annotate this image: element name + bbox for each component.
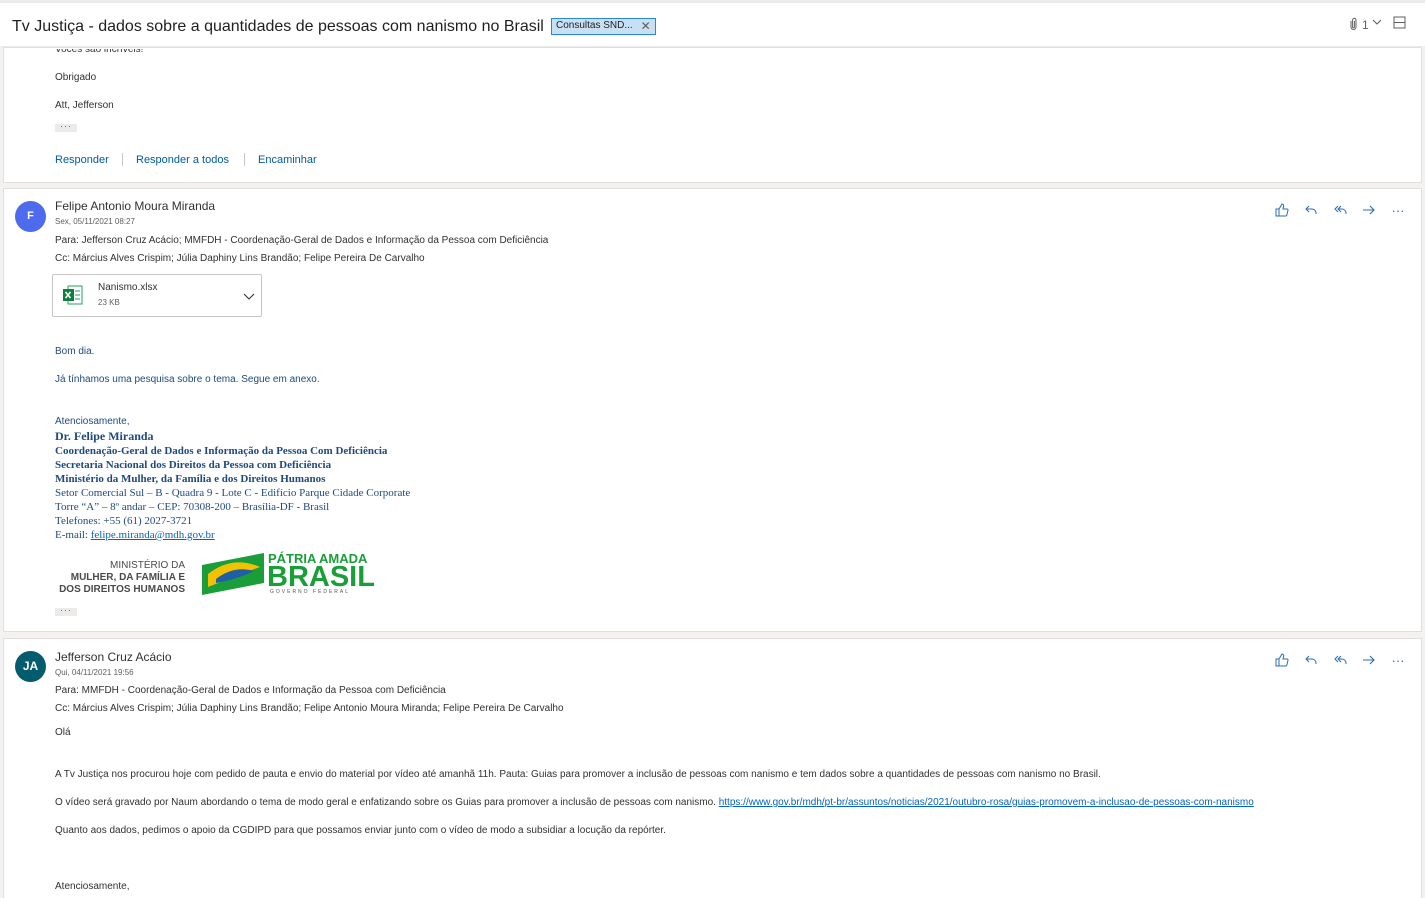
message-card-previous: Vocês são incríveis! Obrigado Att, Jeffe…	[3, 47, 1422, 183]
message-card-felipe: F Felipe Antonio Moura Miranda Sex, 05/1…	[3, 188, 1422, 632]
more-dots-button[interactable]: ···	[55, 122, 77, 132]
body-line: Olá	[55, 727, 71, 738]
message-toolbar: ···	[1273, 651, 1407, 669]
attachment-name: Nanismo.xlsx	[98, 282, 158, 293]
signature-line: Ministério da Mulher, da Família e dos D…	[55, 473, 326, 485]
body-line: A Tv Justiça nos procurou hoje com pedid…	[55, 769, 1101, 780]
reply-all-icon[interactable]	[1331, 651, 1349, 669]
body-line: Quanto aos dados, pedimos o apoio da CGD…	[55, 825, 666, 836]
reply-all-icon[interactable]	[1331, 201, 1349, 219]
sender-name[interactable]: Jefferson Cruz Acácio	[55, 650, 172, 664]
signature-email: E-mail: felipe.miranda@mdh.gov.br	[55, 529, 215, 541]
sender-name[interactable]: Felipe Antonio Moura Miranda	[55, 199, 215, 213]
cc-recipients[interactable]: Cc: Március Alves Crispim; Júlia Daphiny…	[55, 703, 564, 714]
signature-phone: Telefones: +55 (61) 2027-3721	[55, 515, 193, 527]
signature-line: Coordenação-Geral de Dados e Informação …	[55, 445, 388, 457]
ministry-logo: MINISTÉRIO DA MULHER, DA FAMÍLIA E DOS D…	[59, 560, 185, 595]
signature-line: Secretaria Nacional dos Direitos da Pess…	[55, 459, 332, 471]
more-dots-button[interactable]: ···	[55, 606, 77, 616]
signature-name: Dr. Felipe Miranda	[55, 429, 154, 443]
more-icon[interactable]: ···	[1389, 201, 1407, 219]
brasil-logo: PÁTRIA AMADA BRASIL GOVERNO FEDERAL	[202, 551, 375, 597]
conversation-subject: Tv Justiça - dados sobre a quantidades d…	[12, 18, 544, 35]
reply-icon[interactable]	[1302, 651, 1320, 669]
attachment-size: 23 KB	[98, 298, 120, 307]
like-icon[interactable]	[1273, 201, 1291, 219]
divider	[244, 153, 245, 166]
to-recipients[interactable]: Para: MMFDH - Coordenação-Geral de Dados…	[55, 685, 446, 696]
signature-address: Setor Comercial Sul – B - Quadra 9 - Lot…	[55, 487, 411, 499]
divider	[122, 153, 123, 166]
message-line: Obrigado	[55, 72, 97, 83]
to-recipients[interactable]: Para: Jefferson Cruz Acácio; MMFDH - Coo…	[55, 235, 548, 246]
forward-button[interactable]: Encaminhar	[258, 154, 317, 166]
flag-icon	[202, 553, 264, 595]
attachment-count: 1	[1362, 18, 1369, 32]
news-link[interactable]: https://www.gov.br/mdh/pt-br/assuntos/no…	[719, 797, 1254, 808]
excel-file-icon	[62, 284, 84, 311]
close-icon[interactable]: ✕	[641, 19, 651, 33]
body-line: Já tínhamos uma pesquisa sobre o tema. S…	[55, 374, 320, 385]
reply-button[interactable]: Responder	[55, 154, 109, 166]
signature-greeting: Atenciosamente,	[55, 416, 130, 427]
email-link[interactable]: felipe.miranda@mdh.gov.br	[91, 529, 215, 541]
message-card-jefferson: JA Jefferson Cruz Acácio Qui, 04/11/2021…	[3, 638, 1422, 898]
attachment-card[interactable]: Nanismo.xlsx 23 KB	[52, 274, 262, 317]
paperclip-icon[interactable]	[1349, 17, 1358, 34]
chevron-down-icon[interactable]	[1371, 16, 1383, 31]
forward-icon[interactable]	[1360, 201, 1378, 219]
signature-address: Torre “A” – 8º andar – CEP: 70308-200 – …	[55, 501, 330, 513]
forward-icon[interactable]	[1360, 651, 1378, 669]
avatar[interactable]: F	[15, 201, 46, 232]
window-icon[interactable]	[1393, 16, 1406, 32]
message-date: Sex, 05/11/2021 08:27	[55, 217, 135, 226]
body-line: Atenciosamente,	[55, 881, 130, 892]
reply-icon[interactable]	[1302, 201, 1320, 219]
body-line: Bom dia.	[55, 346, 95, 357]
category-tag[interactable]: Consultas SND... ✕	[551, 18, 656, 35]
more-icon[interactable]: ···	[1389, 651, 1407, 669]
reply-all-button[interactable]: Responder a todos	[136, 154, 229, 166]
cc-recipients[interactable]: Cc: Március Alves Crispim; Júlia Daphiny…	[55, 253, 425, 264]
like-icon[interactable]	[1273, 651, 1291, 669]
category-label: Consultas SND...	[556, 20, 633, 31]
avatar[interactable]: JA	[15, 651, 46, 682]
chevron-down-icon[interactable]	[242, 289, 256, 308]
message-date: Qui, 04/11/2021 19:56	[55, 668, 134, 677]
body-line: O vídeo será gravado por Naum abordando …	[55, 797, 1254, 808]
message-toolbar: ···	[1273, 201, 1407, 219]
conversation-header: Tv Justiça - dados sobre a quantidades d…	[0, 3, 1425, 47]
message-line: Att, Jefferson	[55, 100, 114, 111]
